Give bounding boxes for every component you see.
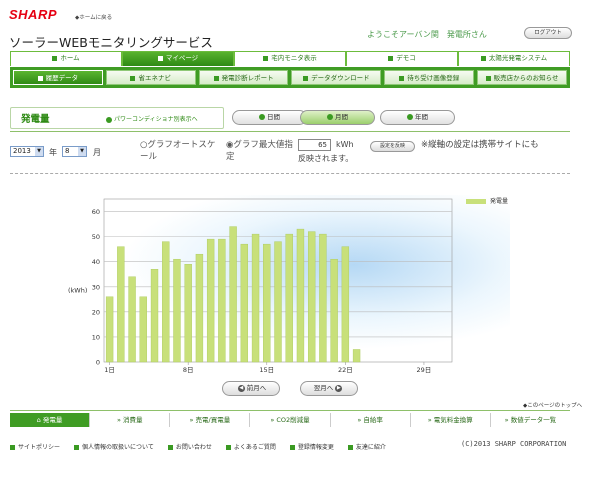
bottom-nav-electricity-cost[interactable]: » 電気料金換算 [411, 413, 491, 427]
footer-link-label: 個人情報の取扱いについて [82, 444, 154, 451]
y-axis-label: (kWh) [68, 287, 87, 295]
y-tick-label: 60 [92, 208, 100, 216]
x-tick-label: 15日 [259, 366, 274, 374]
page-top-link[interactable]: ◆このページのトップへ [523, 401, 582, 409]
footer-link-contact[interactable]: お問い合わせ [167, 442, 212, 451]
y-tick-label: 30 [92, 283, 100, 291]
chart-bar [173, 258, 181, 363]
prev-month-label: 前月へ [246, 384, 267, 392]
footer-link-faq[interactable]: よくあるご質問 [225, 442, 276, 451]
chart-bar [162, 241, 170, 363]
x-tick-label: 22日 [338, 366, 353, 374]
footer-link-label: 友達に紹介 [355, 444, 386, 451]
chart-bar [150, 269, 159, 363]
square-bullet-icon [167, 445, 173, 450]
footer-link-privacy[interactable]: 個人情報の取扱いについて [74, 442, 154, 451]
chart-bar [274, 241, 282, 363]
chart-bar [285, 233, 293, 363]
bottom-nav-label: CO2削減量 [276, 416, 310, 424]
bottom-nav-sell-buy[interactable]: » 売電/買電量 [170, 413, 251, 427]
y-tick-label: 20 [92, 308, 100, 316]
bottom-nav-data-list[interactable]: » 数値データ一覧 [491, 413, 570, 427]
generation-chart: 0 10 20 30 40 50 60 (kWh) 1日 8日 15日 22日 29日 [68, 198, 453, 374]
square-bullet-icon [289, 445, 295, 450]
y-tick-label: 0 [96, 359, 100, 367]
square-bullet-icon [74, 445, 80, 450]
bottom-nav-co2[interactable]: » CO2削減量 [250, 413, 331, 427]
footer-link-account[interactable]: 登録情報変更 [289, 442, 334, 451]
copyright: (C)2013 SHARP CORPORATION [461, 440, 567, 448]
bottom-nav-generation[interactable]: ⌂ 発電量 [10, 413, 91, 427]
footer-link-invite[interactable]: 友達に紹介 [347, 442, 386, 451]
square-bullet-icon [347, 445, 353, 450]
chart-bar [105, 296, 114, 363]
square-bullet-icon [225, 445, 231, 450]
chart-bar [352, 349, 361, 363]
bottom-nav-label: 消費量 [122, 416, 143, 424]
chart-bar [229, 226, 237, 363]
bottom-nav-consumption[interactable]: » 消費量 [90, 413, 171, 427]
arrow-right-icon: ▶ [335, 384, 343, 392]
y-tick-label: 50 [92, 233, 100, 241]
bottom-nav-label: 売電/買電量 [195, 416, 231, 424]
chart-bar [251, 233, 260, 363]
chart-bar [341, 246, 350, 363]
legend-label: 発電量 [490, 198, 509, 205]
prev-month-button[interactable]: ◀ 前月へ [222, 381, 280, 396]
chart-bar [206, 238, 215, 363]
bottom-divider [10, 410, 570, 411]
bottom-nav: ⌂ 発電量 » 消費量 » 売電/買電量 » CO2削減量 » 自給率 » 電気… [10, 413, 570, 427]
chart-bar [218, 238, 226, 363]
bottom-nav-label: 発電量 [42, 416, 63, 424]
chart-bar [184, 264, 192, 363]
chart-bar [240, 243, 249, 363]
bottom-nav-label: 自給率 [363, 416, 383, 424]
y-tick-label: 40 [92, 258, 100, 266]
bottom-nav-label: 数値データ一覧 [510, 416, 557, 424]
bottom-nav-label: 電気料金換算 [433, 416, 473, 424]
legend-swatch [466, 199, 486, 204]
chart-bar [263, 243, 271, 363]
bottom-nav-self-sufficiency[interactable]: » 自給率 [331, 413, 411, 427]
footer-link-label: お問い合わせ [175, 444, 212, 451]
chart-bar [330, 258, 338, 363]
chart-bar [296, 228, 305, 363]
chart-bar [139, 296, 147, 363]
next-month-label: 翌月へ [313, 384, 334, 392]
next-month-button[interactable]: 翌月へ ▶ [300, 381, 358, 396]
y-tick-label: 10 [92, 333, 100, 341]
chart-bar [307, 231, 316, 363]
chart-bar [195, 253, 204, 363]
chart-bar [117, 246, 125, 363]
x-tick-label: 8日 [183, 366, 194, 374]
x-tick-label: 1日 [104, 366, 115, 374]
arrow-left-icon: ◀ [237, 384, 245, 392]
footer-link-label: よくあるご質問 [233, 444, 276, 451]
chart-bar [128, 276, 136, 363]
footer-links: サイトポリシー 個人情報の取扱いについて お問い合わせ よくあるご質問 登録情報… [10, 442, 386, 451]
footer-link-label: サイトポリシー [18, 444, 61, 451]
square-bullet-icon [10, 445, 15, 450]
footer-link-site-policy[interactable]: サイトポリシー [10, 442, 60, 451]
chart-bar [319, 233, 327, 363]
x-tick-label: 29日 [417, 366, 432, 374]
chart-legend: 発電量 [466, 196, 508, 205]
footer-link-label: 登録情報変更 [297, 444, 334, 451]
